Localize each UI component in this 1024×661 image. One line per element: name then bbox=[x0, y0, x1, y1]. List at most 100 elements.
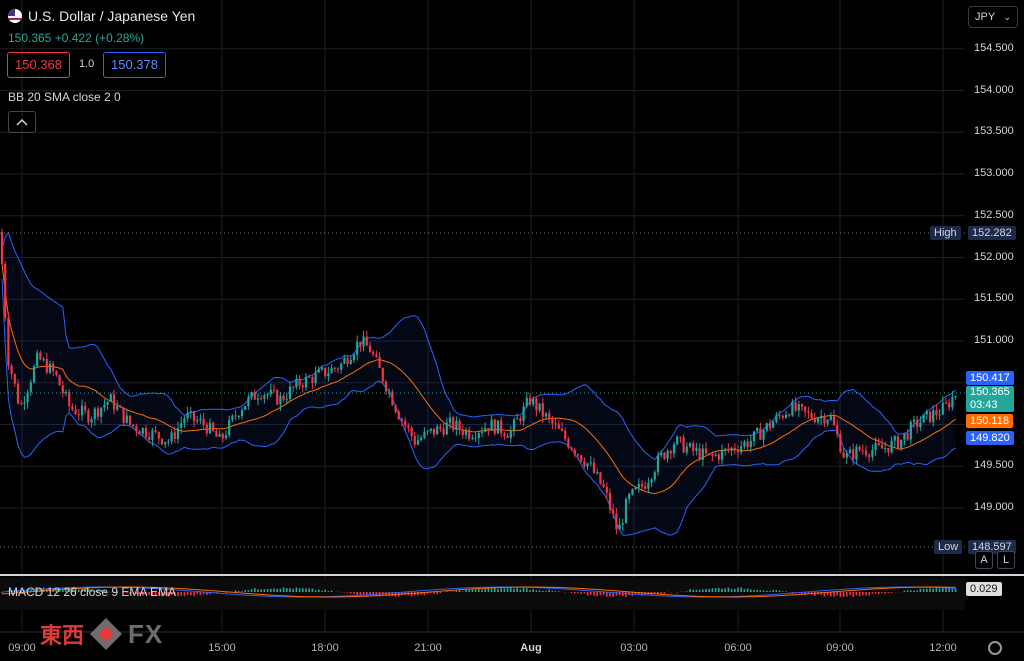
candle-body bbox=[605, 486, 608, 493]
macd-hist-bar bbox=[458, 590, 461, 592]
candle-body bbox=[160, 438, 164, 445]
macd-hist-bar bbox=[932, 588, 934, 592]
macd-hist-bar bbox=[295, 587, 298, 592]
candle-body bbox=[215, 430, 218, 437]
candle-body bbox=[224, 435, 228, 439]
candle-body bbox=[439, 426, 442, 429]
macd-hist-bar bbox=[574, 592, 576, 594]
candle-body bbox=[301, 385, 304, 388]
candle-body bbox=[692, 443, 695, 451]
candle-body bbox=[7, 317, 10, 366]
macd-hist-bar bbox=[199, 592, 202, 596]
log-scale-button[interactable]: L bbox=[997, 551, 1015, 569]
candle-body bbox=[16, 383, 20, 404]
candle-body bbox=[228, 419, 231, 436]
candle-body bbox=[234, 415, 237, 417]
currency-selector[interactable]: JPY ⌄ bbox=[968, 6, 1018, 28]
candle-body bbox=[519, 418, 522, 422]
candle-body bbox=[0, 232, 4, 264]
bb-legend[interactable]: BB 20 SMA close 2 0 bbox=[8, 90, 121, 104]
change-abs: +0.422 bbox=[54, 31, 92, 45]
macd-hist-bar bbox=[465, 589, 467, 592]
candle-body bbox=[544, 413, 548, 417]
candle-body bbox=[48, 363, 52, 373]
time-tick-label: 21:00 bbox=[414, 642, 442, 654]
candle-body bbox=[455, 421, 458, 430]
symbol-header[interactable]: U.S. Dollar / Japanese Yen bbox=[8, 8, 195, 24]
macd-hist-bar bbox=[734, 588, 736, 592]
macd-hist-bar bbox=[455, 590, 458, 592]
candle-body bbox=[756, 428, 759, 432]
collapse-legend-button[interactable] bbox=[8, 111, 36, 133]
candle-body bbox=[308, 376, 311, 378]
candle-body bbox=[852, 449, 855, 460]
candle-body bbox=[938, 414, 941, 416]
macd-hist-bar bbox=[506, 587, 509, 592]
candle-body bbox=[564, 430, 567, 440]
candle-body bbox=[151, 430, 154, 440]
change-pct: (+0.28%) bbox=[95, 31, 145, 45]
gear-icon[interactable] bbox=[988, 641, 1002, 655]
macd-hist-bar bbox=[842, 592, 845, 597]
buy-button[interactable]: 150.378 bbox=[103, 52, 166, 78]
candle-body bbox=[775, 415, 778, 423]
candle-body bbox=[740, 446, 743, 453]
candle-body bbox=[365, 336, 368, 346]
candle-body bbox=[420, 437, 423, 441]
candle-body bbox=[797, 404, 800, 411]
candle-body bbox=[122, 407, 125, 423]
watermark-logo: 東西 FX bbox=[40, 616, 163, 652]
price-chart[interactable] bbox=[0, 0, 1024, 661]
sell-button[interactable]: 150.368 bbox=[7, 52, 70, 78]
bar-countdown: 03:43 bbox=[970, 399, 998, 411]
symbol-title: U.S. Dollar / Japanese Yen bbox=[28, 8, 196, 24]
macd-hist-bar bbox=[580, 592, 582, 594]
macd-hist-bar bbox=[353, 592, 355, 594]
candle-body bbox=[298, 378, 301, 386]
candle-body bbox=[247, 397, 250, 407]
candle-body bbox=[144, 427, 148, 438]
macd-hist-bar bbox=[497, 588, 499, 592]
macd-hist-bar bbox=[846, 592, 848, 597]
candle-body bbox=[839, 434, 842, 453]
candle-body bbox=[240, 409, 244, 417]
candle-body bbox=[685, 446, 688, 453]
candle-body bbox=[119, 406, 122, 408]
macd-hist-bar bbox=[308, 588, 310, 592]
candle-body bbox=[615, 513, 618, 530]
candle-body bbox=[928, 411, 932, 423]
macd-hist-bar bbox=[903, 590, 906, 592]
candle-body bbox=[500, 420, 503, 434]
candle-body bbox=[663, 452, 666, 459]
candle-body bbox=[752, 431, 756, 441]
candle-body bbox=[941, 402, 944, 415]
macd-hist-bar bbox=[590, 592, 592, 595]
candle-body bbox=[820, 415, 823, 419]
candle-body bbox=[656, 455, 660, 473]
macd-hist-bar bbox=[532, 588, 534, 592]
candle-body bbox=[148, 437, 151, 440]
candle-body bbox=[71, 406, 74, 410]
macd-hist-bar bbox=[583, 592, 586, 594]
macd-hist-bar bbox=[305, 588, 307, 592]
candle-body bbox=[522, 406, 525, 422]
price-tick-label: 154.000 bbox=[974, 83, 1014, 96]
auto-scale-button[interactable]: A bbox=[975, 551, 993, 569]
macd-hist-bar bbox=[286, 587, 288, 592]
macd-hist-bar bbox=[257, 589, 259, 592]
macd-hist-bar bbox=[833, 592, 835, 597]
macd-hist-bar bbox=[692, 589, 694, 592]
macd-legend[interactable]: MACD 12 26 close 9 EMA EMA bbox=[8, 585, 176, 599]
candle-body bbox=[272, 389, 276, 391]
macd-hist-bar bbox=[254, 588, 256, 592]
candle-body bbox=[624, 499, 628, 524]
macd-hist-bar bbox=[433, 592, 435, 594]
macd-hist-bar bbox=[439, 592, 442, 594]
candle-body bbox=[733, 447, 736, 451]
candle-body bbox=[653, 472, 656, 480]
macd-hist-bar bbox=[737, 587, 739, 592]
candle-body bbox=[429, 428, 432, 431]
macd-hist-bar bbox=[324, 589, 326, 592]
macd-hist-bar bbox=[241, 591, 243, 592]
candle-body bbox=[407, 425, 410, 428]
